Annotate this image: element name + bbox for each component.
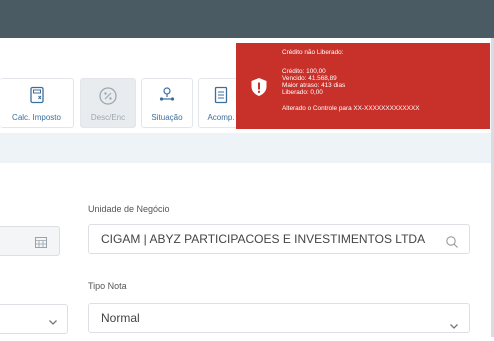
tipo-nota-select[interactable]: Normal <box>88 303 470 333</box>
search-icon[interactable] <box>445 231 459 259</box>
toast-vencido: Vencido: 41.568,89 <box>282 75 337 82</box>
toast-maior-atraso: Maior atraso: 413 dias <box>282 82 346 89</box>
tipo-nota-value: Normal <box>101 311 140 325</box>
tipo-nota-label: Tipo Nota <box>88 281 127 291</box>
date-field[interactable] <box>0 226 60 256</box>
status-flow-icon <box>158 86 176 106</box>
unidade-label: Unidade de Negócio <box>88 204 170 214</box>
calc-imposto-button[interactable]: Calc. Imposto <box>0 78 74 128</box>
desc-enc-label: Desc/Enc <box>90 113 126 122</box>
unidade-field[interactable]: CIGAM | ABYZ PARTICIPACOES E INVESTIMENT… <box>88 224 470 254</box>
desc-enc-button[interactable]: Desc/Enc <box>80 78 136 128</box>
calculator-icon <box>28 86 46 106</box>
shield-alert-icon <box>250 77 268 99</box>
left-select-field[interactable] <box>0 304 68 334</box>
toast-title: Crédito não Liberado: <box>282 49 344 56</box>
section-band <box>0 133 494 163</box>
toast-liberado: Liberado: 0,00 <box>282 89 323 96</box>
situacao-label: Situação <box>151 113 183 122</box>
toast-credito: Crédito: 100,00 <box>282 68 326 75</box>
credit-alert-toast: Crédito não Liberado: Crédito: 100,00 Ve… <box>236 43 490 129</box>
calendar-icon[interactable] <box>34 235 48 254</box>
toast-alterado: Alterado o Controle para XX-XXXXXXXXXXXX… <box>282 105 420 112</box>
percent-icon <box>98 86 118 108</box>
list-document-icon <box>212 86 230 106</box>
calc-imposto-label: Calc. Imposto <box>12 113 61 122</box>
top-navbar <box>0 0 494 38</box>
chevron-down-icon <box>48 314 58 332</box>
unidade-value: CIGAM | ABYZ PARTICIPACOES E INVESTIMENT… <box>101 232 426 246</box>
situacao-button[interactable]: Situação <box>141 78 193 128</box>
